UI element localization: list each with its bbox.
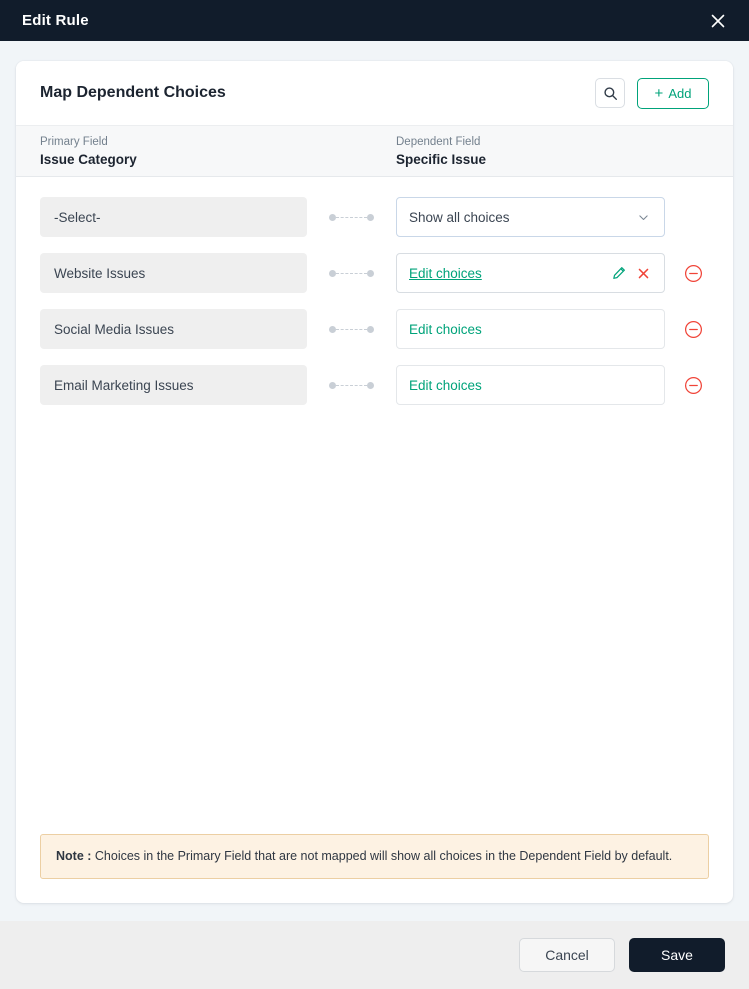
primary-choice-cell[interactable]: -Select- bbox=[40, 197, 307, 237]
primary-choice-label: Email Marketing Issues bbox=[54, 377, 194, 393]
pencil-icon[interactable] bbox=[612, 266, 626, 280]
cancel-button[interactable]: Cancel bbox=[519, 938, 615, 972]
remove-row-icon[interactable] bbox=[684, 320, 703, 339]
connector-dot-right bbox=[367, 213, 374, 221]
edit-choices-link[interactable]: Edit choices bbox=[409, 322, 482, 337]
primary-choice-label: Website Issues bbox=[54, 265, 146, 281]
dialog-titlebar: Edit Rule bbox=[0, 0, 749, 41]
connector-dot-right bbox=[367, 269, 374, 277]
edit-choices-link[interactable]: Edit choices bbox=[409, 266, 482, 281]
note-container: Note : Choices in the Primary Field that… bbox=[16, 834, 733, 903]
dependent-choices-cell[interactable]: Edit choices bbox=[396, 365, 665, 405]
connector-dot-left bbox=[329, 381, 336, 389]
connector-line bbox=[336, 328, 367, 330]
add-button[interactable]: + Add bbox=[637, 77, 709, 109]
row-connector-icon bbox=[307, 325, 396, 333]
edit-rule-dialog: Edit Rule Map Dependent Choices + Add Pr… bbox=[0, 0, 749, 989]
table-row: Website Issues Edit choices bbox=[40, 253, 709, 293]
mapping-rows: -Select- Show all choices Website Issues Ed… bbox=[16, 177, 733, 834]
primary-choice-label: -Select- bbox=[54, 209, 101, 225]
chevron-down-icon[interactable] bbox=[637, 211, 650, 224]
card-header-actions: + Add bbox=[595, 77, 709, 109]
dependent-field-label: Dependent Field bbox=[396, 135, 481, 148]
column-dependent-field: Dependent Field Specific Issue bbox=[396, 135, 486, 168]
row-connector-icon bbox=[307, 269, 396, 277]
row-inline-actions bbox=[612, 266, 650, 280]
connector-dot-left bbox=[329, 269, 336, 277]
primary-choice-cell[interactable]: Email Marketing Issues bbox=[40, 365, 307, 405]
dependent-field-value: Specific Issue bbox=[396, 151, 487, 167]
dialog-footer: Cancel Save bbox=[0, 921, 749, 989]
connector-line bbox=[336, 384, 367, 386]
plus-icon: + bbox=[654, 84, 664, 102]
connector-dot-left bbox=[329, 325, 336, 333]
connector-dot-right bbox=[367, 325, 374, 333]
primary-field-value: Issue Category bbox=[40, 151, 137, 167]
dialog-body: Map Dependent Choices + Add Primary Fiel… bbox=[0, 41, 749, 921]
close-icon[interactable] bbox=[705, 8, 731, 34]
row-connector-icon bbox=[307, 213, 396, 221]
primary-choice-label: Social Media Issues bbox=[54, 321, 175, 337]
card-header: Map Dependent Choices + Add bbox=[16, 61, 733, 125]
connector-dot-right bbox=[367, 381, 374, 389]
save-button[interactable]: Save bbox=[629, 938, 725, 972]
add-button-label: Add bbox=[668, 85, 692, 101]
connector-line bbox=[336, 216, 367, 218]
remove-row-icon[interactable] bbox=[684, 376, 703, 395]
page-title: Map Dependent Choices bbox=[40, 84, 226, 101]
table-row: Social Media Issues Edit choices bbox=[40, 309, 709, 349]
note-banner: Note : Choices in the Primary Field that… bbox=[40, 834, 709, 879]
dependent-choices-select[interactable]: Show all choices bbox=[396, 197, 665, 237]
map-choices-card: Map Dependent Choices + Add Primary Fiel… bbox=[16, 61, 733, 903]
table-row: Email Marketing Issues Edit choices bbox=[40, 365, 709, 405]
note-text: Choices in the Primary Field that are no… bbox=[91, 849, 673, 863]
primary-field-label: Primary Field bbox=[40, 135, 108, 148]
remove-row-icon[interactable] bbox=[684, 264, 703, 283]
table-row: -Select- Show all choices bbox=[40, 197, 709, 237]
primary-choice-cell[interactable]: Website Issues bbox=[40, 253, 307, 293]
remove-row-placeholder bbox=[684, 208, 703, 227]
dialog-title: Edit Rule bbox=[22, 12, 89, 29]
column-primary-field: Primary Field Issue Category bbox=[40, 135, 396, 168]
connector-line bbox=[336, 272, 367, 274]
dependent-choices-cell[interactable]: Edit choices bbox=[396, 309, 665, 349]
dependent-choices-cell[interactable]: Edit choices bbox=[396, 253, 665, 293]
row-connector-icon bbox=[307, 381, 396, 389]
primary-choice-cell[interactable]: Social Media Issues bbox=[40, 309, 307, 349]
edit-choices-link[interactable]: Edit choices bbox=[409, 378, 482, 393]
x-icon[interactable] bbox=[637, 267, 650, 280]
column-headers: Primary Field Issue Category Dependent F… bbox=[16, 125, 733, 177]
note-prefix: Note : bbox=[56, 849, 92, 863]
search-icon[interactable] bbox=[595, 78, 625, 108]
connector-dot-left bbox=[329, 213, 336, 221]
select-value-label: Show all choices bbox=[409, 209, 510, 225]
